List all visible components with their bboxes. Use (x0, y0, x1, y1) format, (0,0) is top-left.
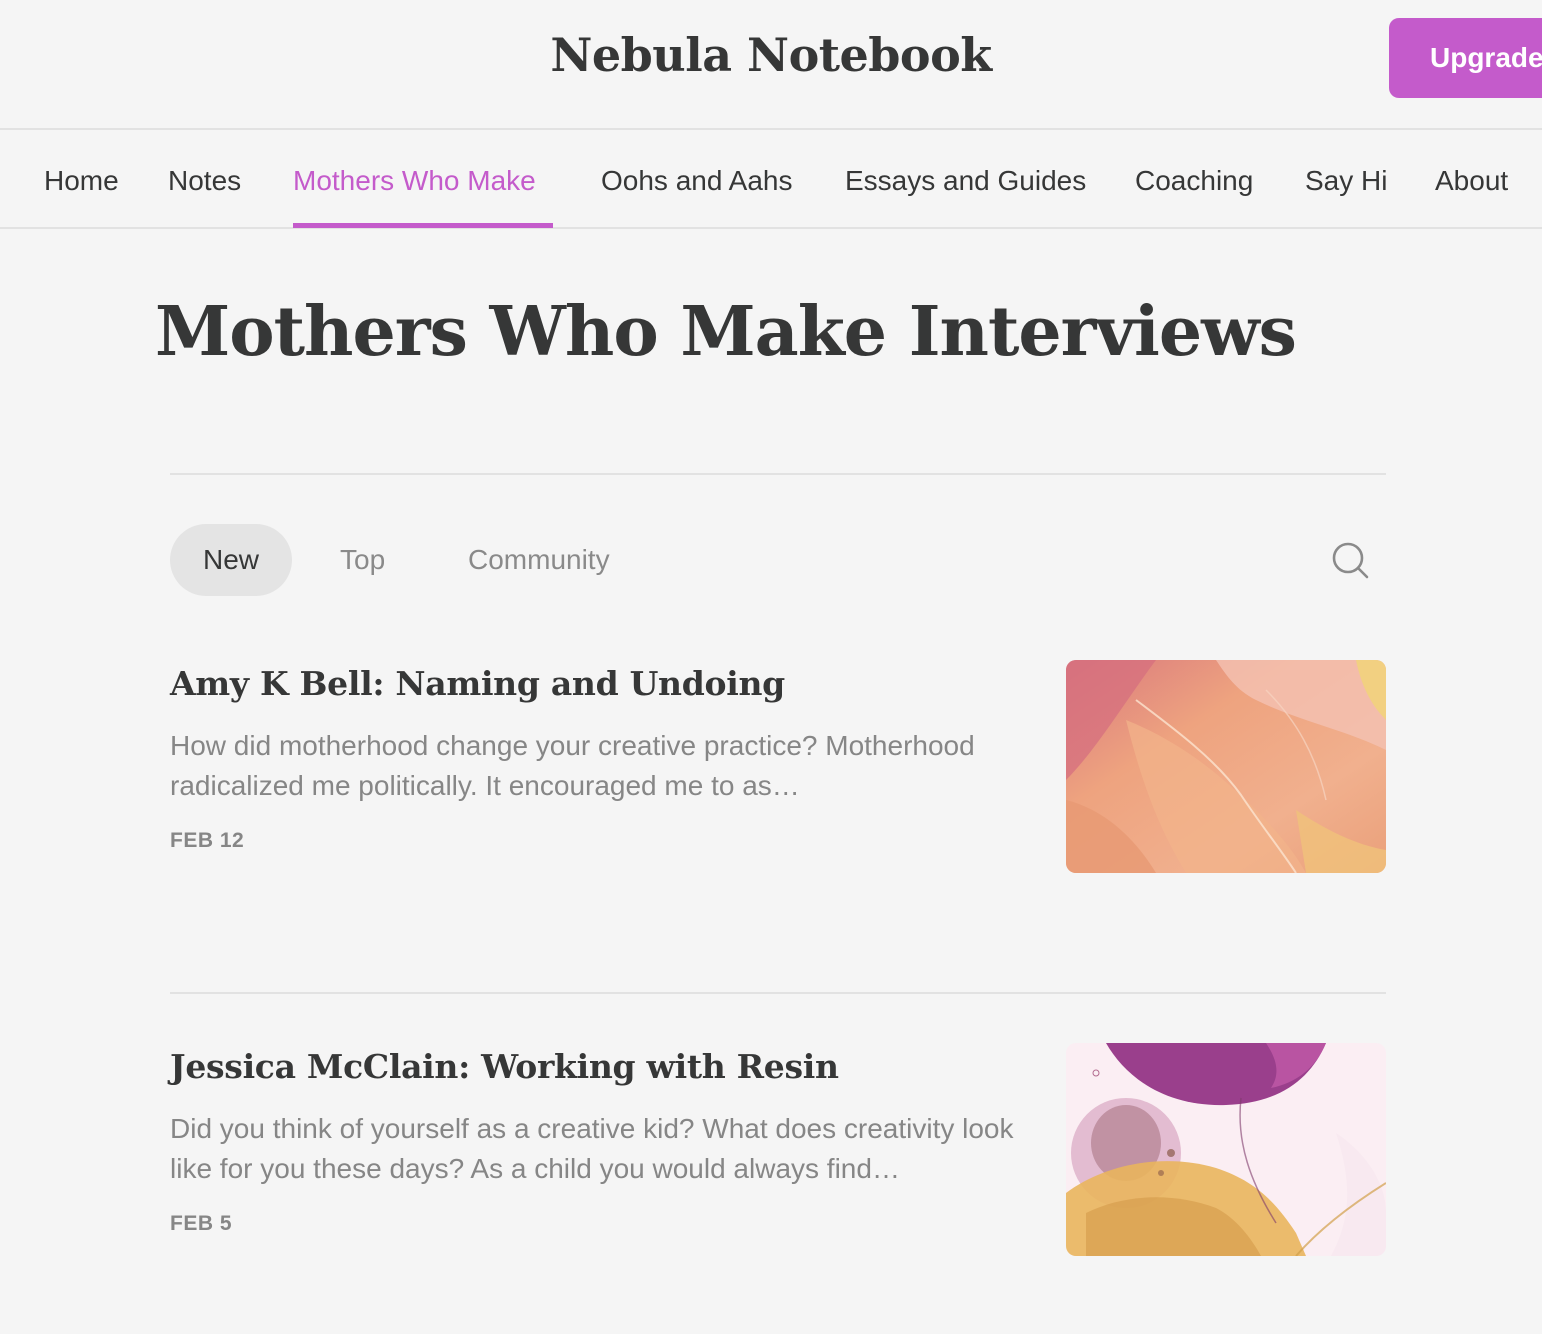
section-title: Mothers Who Make Interviews (155, 292, 1297, 372)
post-date: FEB 12 (170, 829, 245, 852)
tab-new[interactable]: New (170, 524, 292, 596)
post-excerpt: Did you think of yourself as a creative … (170, 1113, 1014, 1184)
top-bar: Nebula Notebook Upgrade (0, 0, 1542, 130)
nav-item-about[interactable]: About (1435, 131, 1508, 229)
post-thumbnail[interactable] (1066, 660, 1386, 873)
post-excerpt: How did motherhood change your creative … (170, 730, 975, 801)
tab-top[interactable]: Top (340, 524, 385, 596)
search-button[interactable] (1328, 538, 1372, 582)
nav-item-say-hi[interactable]: Say Hi (1305, 131, 1387, 229)
nav-item-oohs-and-aahs[interactable]: Oohs and Aahs (601, 131, 792, 229)
abstract-pink-orange-image (1066, 660, 1386, 873)
tab-community[interactable]: Community (468, 524, 610, 596)
site-title[interactable]: Nebula Notebook (0, 28, 1542, 82)
nav-item-home[interactable]: Home (44, 131, 119, 229)
nav-item-mothers-who-make[interactable]: Mothers Who Make (293, 131, 536, 229)
post-title[interactable]: Amy K Bell: Naming and Undoing (170, 664, 785, 703)
post-date: FEB 5 (170, 1212, 233, 1235)
active-tab-indicator (293, 223, 553, 228)
divider (170, 992, 1386, 994)
nav-item-notes[interactable]: Notes (168, 131, 241, 229)
nav-item-essays-and-guides[interactable]: Essays and Guides (845, 131, 1086, 229)
nav-item-coaching[interactable]: Coaching (1135, 131, 1253, 229)
post-title[interactable]: Jessica McClain: Working with Resin (170, 1047, 839, 1086)
search-icon (1332, 542, 1369, 579)
page: Nebula Notebook Upgrade Home Notes Mothe… (0, 0, 1542, 1334)
main-nav: Home Notes Mothers Who Make Oohs and Aah… (0, 131, 1542, 229)
upgrade-button[interactable]: Upgrade (1389, 18, 1542, 98)
post-thumbnail[interactable] (1066, 1043, 1386, 1256)
abstract-purple-gold-image (1066, 1043, 1386, 1256)
divider (170, 473, 1386, 475)
